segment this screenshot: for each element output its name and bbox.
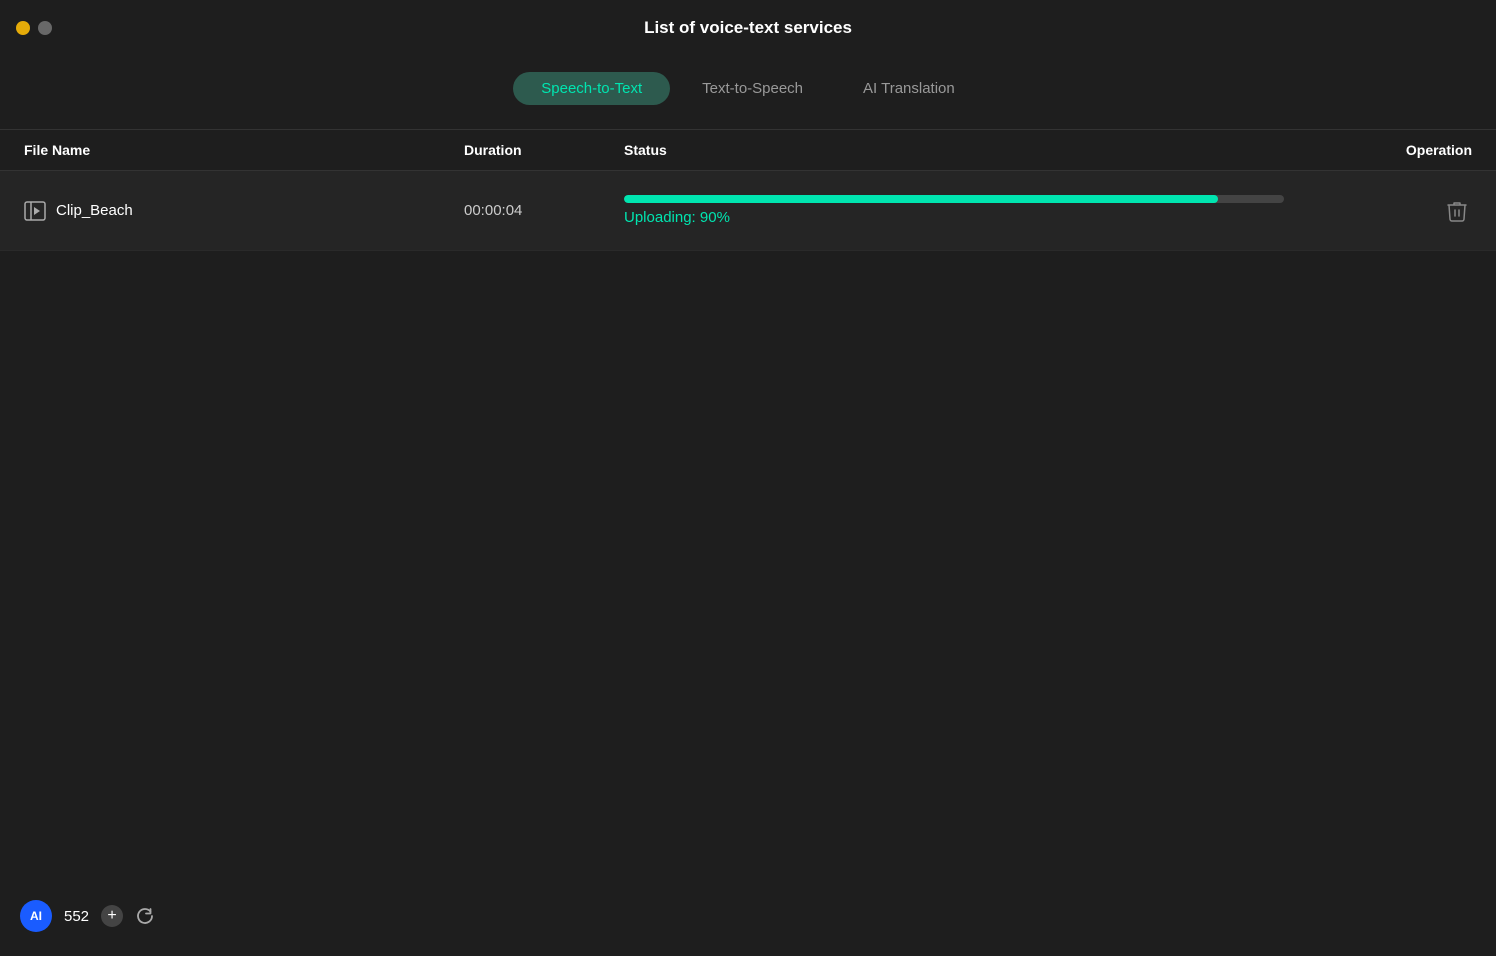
ai-badge: AI [20, 900, 52, 932]
column-header-status: Status [624, 142, 1392, 158]
tab-ai-translation[interactable]: AI Translation [835, 72, 983, 105]
status-text: Uploading: 90% [624, 209, 1392, 226]
minimize-button[interactable] [38, 21, 52, 35]
column-header-duration: Duration [464, 142, 624, 158]
operation-cell [1392, 195, 1472, 227]
progress-bar-container [624, 195, 1284, 203]
column-header-operation: Operation [1392, 142, 1472, 158]
page-title: List of voice-text services [644, 18, 852, 38]
add-credit-button[interactable]: + [101, 905, 123, 927]
title-bar: List of voice-text services [0, 0, 1496, 56]
close-button[interactable] [16, 21, 30, 35]
delete-button[interactable] [1442, 195, 1472, 227]
duration-cell: 00:00:04 [464, 202, 624, 219]
refresh-button[interactable] [135, 906, 155, 926]
file-name: Clip_Beach [56, 202, 133, 219]
tab-bar: Speech-to-Text Text-to-Speech AI Transla… [0, 56, 1496, 129]
table-container: File Name Duration Status Operation Clip… [0, 129, 1496, 251]
tab-text-to-speech[interactable]: Text-to-Speech [674, 72, 831, 105]
file-name-cell: Clip_Beach [24, 201, 464, 221]
file-icon [24, 201, 46, 221]
progress-bar-fill [624, 195, 1218, 203]
table-row: Clip_Beach 00:00:04 Uploading: 90% [0, 171, 1496, 251]
status-cell: Uploading: 90% [624, 195, 1392, 226]
window-controls [16, 21, 52, 35]
column-header-filename: File Name [24, 142, 464, 158]
bottom-bar: AI 552 + [20, 900, 155, 932]
table-header: File Name Duration Status Operation [0, 129, 1496, 171]
credit-count: 552 [64, 908, 89, 925]
tab-speech-to-text[interactable]: Speech-to-Text [513, 72, 670, 105]
